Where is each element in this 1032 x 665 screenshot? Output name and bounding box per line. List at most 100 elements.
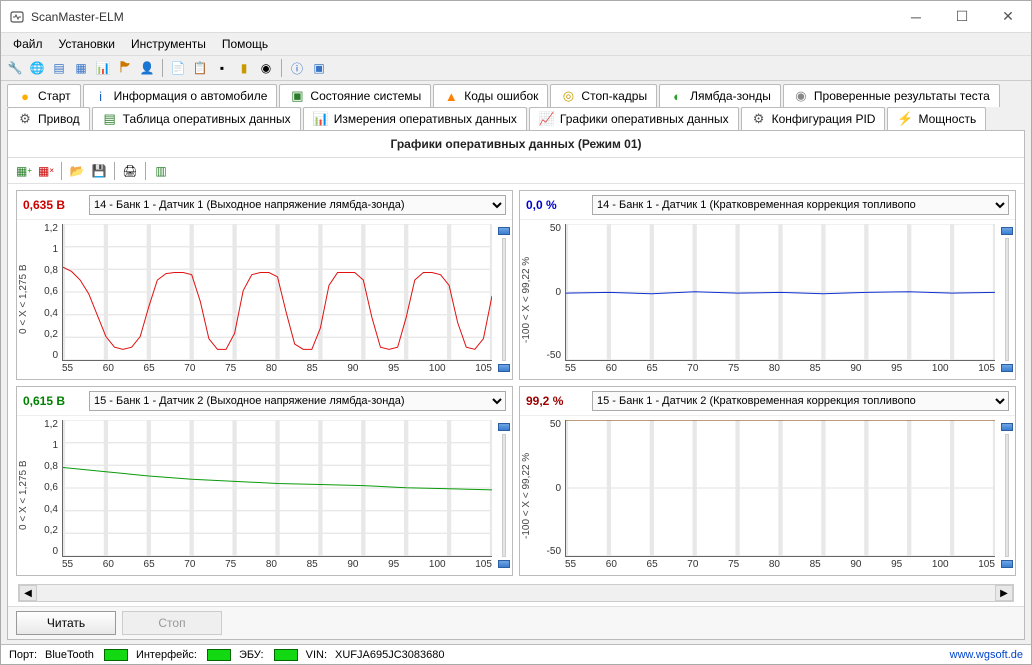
y-tick: 0 <box>30 351 60 361</box>
chart-select[interactable]: 14 - Банк 1 - Датчик 1 (Выходное напряже… <box>89 195 506 215</box>
menu-help[interactable]: Помощь <box>214 35 276 53</box>
y-tick: 1 <box>30 441 60 451</box>
tb-flag-icon[interactable]: 🏲 <box>115 58 135 78</box>
tb-list-icon[interactable]: 📋 <box>190 58 210 78</box>
tb-gauge-icon[interactable]: ◉ <box>256 58 276 78</box>
tab-мощность[interactable]: ⚡Мощность <box>887 107 986 130</box>
x-tick: 105 <box>978 363 995 377</box>
x-tick: 60 <box>606 363 617 377</box>
x-tick: 55 <box>565 559 576 573</box>
menubar: Файл Установки Инструменты Помощь <box>1 33 1031 55</box>
tab-icon: ◎ <box>560 88 576 104</box>
tb-user-icon[interactable]: 👤 <box>137 58 157 78</box>
remove-chart-icon[interactable]: ▦× <box>36 161 56 181</box>
chart-slider[interactable] <box>999 220 1015 379</box>
x-tick: 80 <box>266 559 277 573</box>
iface-label: Интерфейс: <box>136 649 197 661</box>
x-tick: 85 <box>810 559 821 573</box>
url-link[interactable]: www.wgsoft.de <box>950 649 1023 661</box>
y-tick: 1 <box>30 245 60 255</box>
slider-thumb-bottom[interactable] <box>1001 364 1013 372</box>
x-tick: 75 <box>225 559 236 573</box>
tab-label: Коды ошибок <box>464 89 538 103</box>
y-axis-label: -100 < X < 99,22 % <box>520 220 533 379</box>
chart-slider[interactable] <box>496 416 512 575</box>
panel-title: Графики оперативных данных (Режим 01) <box>8 131 1024 158</box>
open-icon[interactable]: 📂 <box>67 161 87 181</box>
ecu-label: ЭБУ: <box>239 649 264 661</box>
chart-scrollbar[interactable]: ◀ ▶ <box>18 584 1014 602</box>
tb-info-icon[interactable]: ⓘ <box>287 58 307 78</box>
tb-globe-icon[interactable]: 🌐 <box>27 58 47 78</box>
tab-информация-о-автомобиле[interactable]: iИнформация о автомобиле <box>83 84 278 107</box>
x-tick: 95 <box>891 559 902 573</box>
slider-thumb-bottom[interactable] <box>498 364 510 372</box>
x-tick: 100 <box>932 559 949 573</box>
tab-привод[interactable]: ⚙Привод <box>7 107 90 130</box>
scroll-left-button[interactable]: ◀ <box>19 585 37 601</box>
save-icon[interactable]: 💾 <box>89 161 109 181</box>
slider-thumb-bottom[interactable] <box>498 560 510 568</box>
add-chart-icon[interactable]: ▦+ <box>14 161 34 181</box>
y-tick: 0,2 <box>30 330 60 340</box>
close-button[interactable]: ✕ <box>985 1 1031 33</box>
tab-лямбда-зонды[interactable]: ◐Лямбда-зонды <box>659 84 781 107</box>
slider-thumb-top[interactable] <box>1001 423 1013 431</box>
tb-window-icon[interactable]: ▣ <box>309 58 329 78</box>
y-axis-label: -100 < X < 99,22 % <box>520 416 533 575</box>
stop-button[interactable]: Стоп <box>122 611 222 635</box>
tab-состояние-системы[interactable]: ▣Состояние системы <box>279 84 431 107</box>
menu-settings[interactable]: Установки <box>51 35 123 53</box>
tab-старт[interactable]: ●Старт <box>7 84 81 107</box>
tab-графики-оперативных-данных[interactable]: 📈Графики оперативных данных <box>529 107 739 130</box>
chart-select[interactable]: 15 - Банк 1 - Датчик 2 (Выходное напряже… <box>89 391 506 411</box>
tab-icon: ▣ <box>289 88 305 104</box>
x-tick: 80 <box>266 363 277 377</box>
x-tick: 80 <box>769 363 780 377</box>
chart-slider[interactable] <box>496 220 512 379</box>
chart-select[interactable]: 14 - Банк 1 - Датчик 1 (Кратковременная … <box>592 195 1009 215</box>
print-icon[interactable]: 🖨 <box>120 161 140 181</box>
menu-tools[interactable]: Инструменты <box>123 35 214 53</box>
slider-thumb-top[interactable] <box>498 423 510 431</box>
content-frame: Графики оперативных данных (Режим 01) ▦+… <box>7 130 1025 640</box>
tb-chart-icon[interactable]: 📊 <box>93 58 113 78</box>
chart-select[interactable]: 15 - Банк 1 - Датчик 2 (Кратковременная … <box>592 391 1009 411</box>
chart-slider[interactable] <box>999 416 1015 575</box>
x-tick: 90 <box>850 363 861 377</box>
tab-коды-ошибок[interactable]: ▲Коды ошибок <box>433 84 548 107</box>
tb-doc-icon[interactable]: ▤ <box>49 58 69 78</box>
tab-таблица-оперативных-данных[interactable]: ▤Таблица оперативных данных <box>92 107 301 130</box>
minimize-button[interactable]: ─ <box>893 1 939 33</box>
menu-file[interactable]: Файл <box>5 35 51 53</box>
tb-term-icon[interactable]: ▪ <box>212 58 232 78</box>
tb-grid-icon[interactable]: ▦ <box>71 58 91 78</box>
tab-проверенные-результаты-теста[interactable]: ◉Проверенные результаты теста <box>783 84 1000 107</box>
slider-thumb-top[interactable] <box>1001 227 1013 235</box>
y-tick: -50 <box>533 547 563 557</box>
export-icon[interactable]: ▥ <box>151 161 171 181</box>
scroll-right-button[interactable]: ▶ <box>995 585 1013 601</box>
tab-icon: 📊 <box>313 111 329 127</box>
tab-label: Конфигурация PID <box>772 112 876 126</box>
tab-измерения-оперативных-данных[interactable]: 📊Измерения оперативных данных <box>303 107 527 130</box>
maximize-button[interactable]: ☐ <box>939 1 985 33</box>
tb-wrench-icon[interactable]: 🔧 <box>5 58 25 78</box>
tab-конфигурация-pid[interactable]: ⚙Конфигурация PID <box>741 107 886 130</box>
plot-area: 500-50556065707580859095100105 <box>533 416 999 575</box>
chart-value: 0,635 В <box>23 198 81 212</box>
x-tick: 60 <box>103 559 114 573</box>
tb-copy-icon[interactable]: 📄 <box>168 58 188 78</box>
tab-icon: ▤ <box>102 111 118 127</box>
vin-label: VIN: <box>306 649 327 661</box>
tb-battery-icon[interactable]: ▮ <box>234 58 254 78</box>
slider-thumb-top[interactable] <box>498 227 510 235</box>
statusbar: Порт: BlueTooth Интерфейс: ЭБУ: VIN: XUF… <box>1 644 1031 664</box>
tab-стоп-кадры[interactable]: ◎Стоп-кадры <box>550 84 657 107</box>
slider-thumb-bottom[interactable] <box>1001 560 1013 568</box>
read-button[interactable]: Читать <box>16 611 116 635</box>
port-value: BlueTooth <box>45 649 94 661</box>
y-axis-label: 0 < X < 1,275 В <box>17 220 30 379</box>
panel-toolbar: ▦+ ▦× 📂 💾 🖨 ▥ <box>8 158 1024 184</box>
x-tick: 105 <box>475 559 492 573</box>
